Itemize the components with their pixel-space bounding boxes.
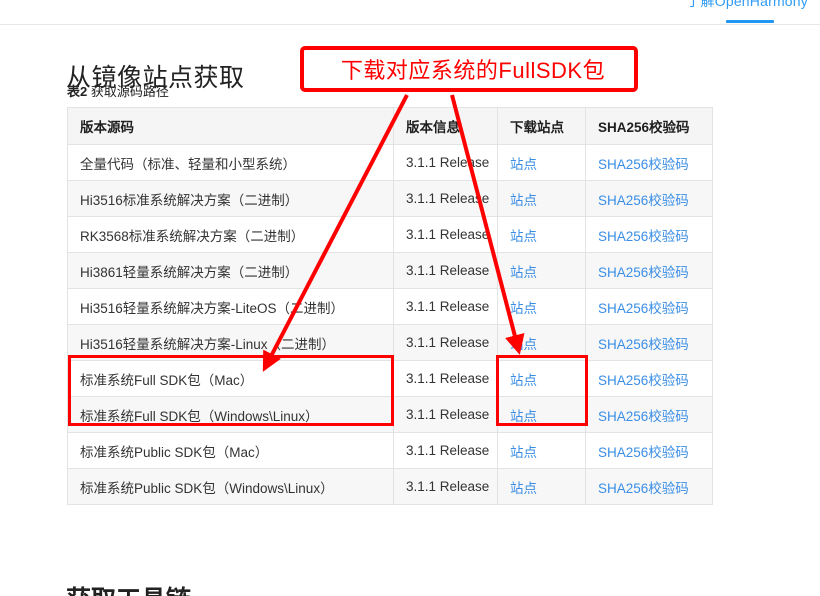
table-caption: 表2 获取源码路径 — [67, 81, 169, 100]
table-row: Hi3516标准系统解决方案（二进制） 3.1.1 Release 站点 SHA256… — [67, 180, 713, 217]
cell-download-site: 站点 — [497, 432, 586, 469]
table-row: 全量代码（标准、轻量和小型系统） 3.1.1 Release 站点 SHA256校验码 — [67, 144, 713, 181]
table-row: RK3568标准系统解决方案（二进制） 3.1.1 Release 站点 SHA256… — [67, 216, 713, 253]
cell-sha256-checksum: SHA256校验码 — [585, 468, 713, 505]
download-site-link[interactable]: 站点 — [510, 373, 537, 388]
table-row: 标准系统Public SDK包（Windows\Linux） 3.1.1 Rele… — [67, 468, 713, 505]
cell-sha256-checksum: SHA256校验码 — [585, 216, 713, 253]
cell-version-info: 3.1.1 Release — [393, 360, 498, 397]
nav-link-learn-openharmony[interactable]: 了解OpenHarmony — [686, 0, 808, 11]
download-site-link[interactable]: 站点 — [510, 193, 537, 208]
cell-version-info: 3.1.1 Release — [393, 180, 498, 217]
table-row: Hi3516轻量系统解决方案-Linux（二进制） 3.1.1 Release 站点… — [67, 324, 713, 361]
cell-version-source: 标准系统Public SDK包（Windows\Linux） — [67, 468, 394, 505]
cell-version-info: 3.1.1 Release — [393, 396, 498, 433]
cell-download-site: 站点 — [497, 360, 586, 397]
source-code-path-table: 版本源码 版本信息 下载站点 SHA256校验码 全量代码（标准、轻量和小型系统… — [67, 107, 713, 505]
cell-version-source: Hi3516轻量系统解决方案-Linux（二进制） — [67, 324, 394, 361]
cell-version-source: RK3568标准系统解决方案（二进制） — [67, 216, 394, 253]
sha256-checksum-link[interactable]: SHA256校验码 — [598, 157, 689, 172]
table-caption-text: 获取源码路径 — [87, 84, 169, 99]
cell-version-info: 3.1.1 Release — [393, 216, 498, 253]
cell-download-site: 站点 — [497, 396, 586, 433]
cell-download-site: 站点 — [497, 288, 586, 325]
download-site-link[interactable]: 站点 — [510, 481, 537, 496]
cell-download-site: 站点 — [497, 468, 586, 505]
sha256-checksum-link[interactable]: SHA256校验码 — [598, 409, 689, 424]
column-header-source: 版本源码 — [67, 107, 394, 145]
nav-active-indicator — [726, 20, 774, 23]
cell-version-info: 3.1.1 Release — [393, 468, 498, 505]
column-header-sha: SHA256校验码 — [585, 107, 713, 145]
sha256-checksum-link[interactable]: SHA256校验码 — [598, 265, 689, 280]
download-site-link[interactable]: 站点 — [510, 229, 537, 244]
sha256-checksum-link[interactable]: SHA256校验码 — [598, 373, 689, 388]
cell-version-source: Hi3861轻量系统解决方案（二进制） — [67, 252, 394, 289]
cell-sha256-checksum: SHA256校验码 — [585, 180, 713, 217]
cell-sha256-checksum: SHA256校验码 — [585, 144, 713, 181]
download-site-link[interactable]: 站点 — [510, 445, 537, 460]
cell-version-info: 3.1.1 Release — [393, 288, 498, 325]
sha256-checksum-link[interactable]: SHA256校验码 — [598, 229, 689, 244]
cell-version-source: 标准系统Full SDK包（Mac） — [67, 360, 394, 397]
cell-version-source: 标准系统Full SDK包（Windows\Linux） — [67, 396, 394, 433]
sha256-checksum-link[interactable]: SHA256校验码 — [598, 301, 689, 316]
cell-version-info: 3.1.1 Release — [393, 432, 498, 469]
table-row: 标准系统Public SDK包（Mac） 3.1.1 Release 站点 SHA25… — [67, 432, 713, 469]
table-row: Hi3516轻量系统解决方案-LiteOS（二进制） 3.1.1 Release 站… — [67, 288, 713, 325]
download-site-link[interactable]: 站点 — [510, 265, 537, 280]
table-body: 全量代码（标准、轻量和小型系统） 3.1.1 Release 站点 SHA256校验码… — [67, 144, 713, 505]
cell-version-info: 3.1.1 Release — [393, 324, 498, 361]
annotation-callout-text: 下载对应系统的FullSDK包 — [340, 58, 606, 83]
download-site-link[interactable]: 站点 — [510, 337, 537, 352]
download-site-link[interactable]: 站点 — [510, 409, 537, 424]
cell-version-source: Hi3516标准系统解决方案（二进制） — [67, 180, 394, 217]
sha256-checksum-link[interactable]: SHA256校验码 — [598, 445, 689, 460]
table-header-row: 版本源码 版本信息 下载站点 SHA256校验码 — [67, 107, 713, 145]
sha256-checksum-link[interactable]: SHA256校验码 — [598, 481, 689, 496]
sha256-checksum-link[interactable]: SHA256校验码 — [598, 193, 689, 208]
table-caption-number: 表2 — [67, 84, 88, 99]
cell-version-info: 3.1.1 Release — [393, 144, 498, 181]
cell-version-source: 标准系统Public SDK包（Mac） — [67, 432, 394, 469]
download-site-link[interactable]: 站点 — [510, 157, 537, 172]
cell-version-info: 3.1.1 Release — [393, 252, 498, 289]
cell-sha256-checksum: SHA256校验码 — [585, 396, 713, 433]
sha256-checksum-link[interactable]: SHA256校验码 — [598, 337, 689, 352]
cell-download-site: 站点 — [497, 144, 586, 181]
next-section-title: 获取工具链 — [66, 585, 191, 596]
download-site-link[interactable]: 站点 — [510, 301, 537, 316]
table-row: Hi3861轻量系统解决方案（二进制） 3.1.1 Release 站点 SHA256… — [67, 252, 713, 289]
cell-download-site: 站点 — [497, 252, 586, 289]
top-navigation-bar: 了解OpenHarmony — [0, 0, 820, 25]
cell-version-source: Hi3516轻量系统解决方案-LiteOS（二进制） — [67, 288, 394, 325]
cell-sha256-checksum: SHA256校验码 — [585, 324, 713, 361]
cell-download-site: 站点 — [497, 216, 586, 253]
cell-version-source: 全量代码（标准、轻量和小型系统） — [67, 144, 394, 181]
annotation-callout-box: 下载对应系统的FullSDK包 — [300, 46, 638, 92]
column-header-version: 版本信息 — [393, 107, 498, 145]
cell-sha256-checksum: SHA256校验码 — [585, 288, 713, 325]
cell-sha256-checksum: SHA256校验码 — [585, 360, 713, 397]
cell-sha256-checksum: SHA256校验码 — [585, 432, 713, 469]
column-header-site: 下载站点 — [497, 107, 586, 145]
cell-download-site: 站点 — [497, 324, 586, 361]
cell-download-site: 站点 — [497, 180, 586, 217]
table-row: 标准系统Full SDK包（Windows\Linux） 3.1.1 Releas… — [67, 396, 713, 433]
table-row: 标准系统Full SDK包（Mac） 3.1.1 Release 站点 SHA256校… — [67, 360, 713, 397]
cell-sha256-checksum: SHA256校验码 — [585, 252, 713, 289]
